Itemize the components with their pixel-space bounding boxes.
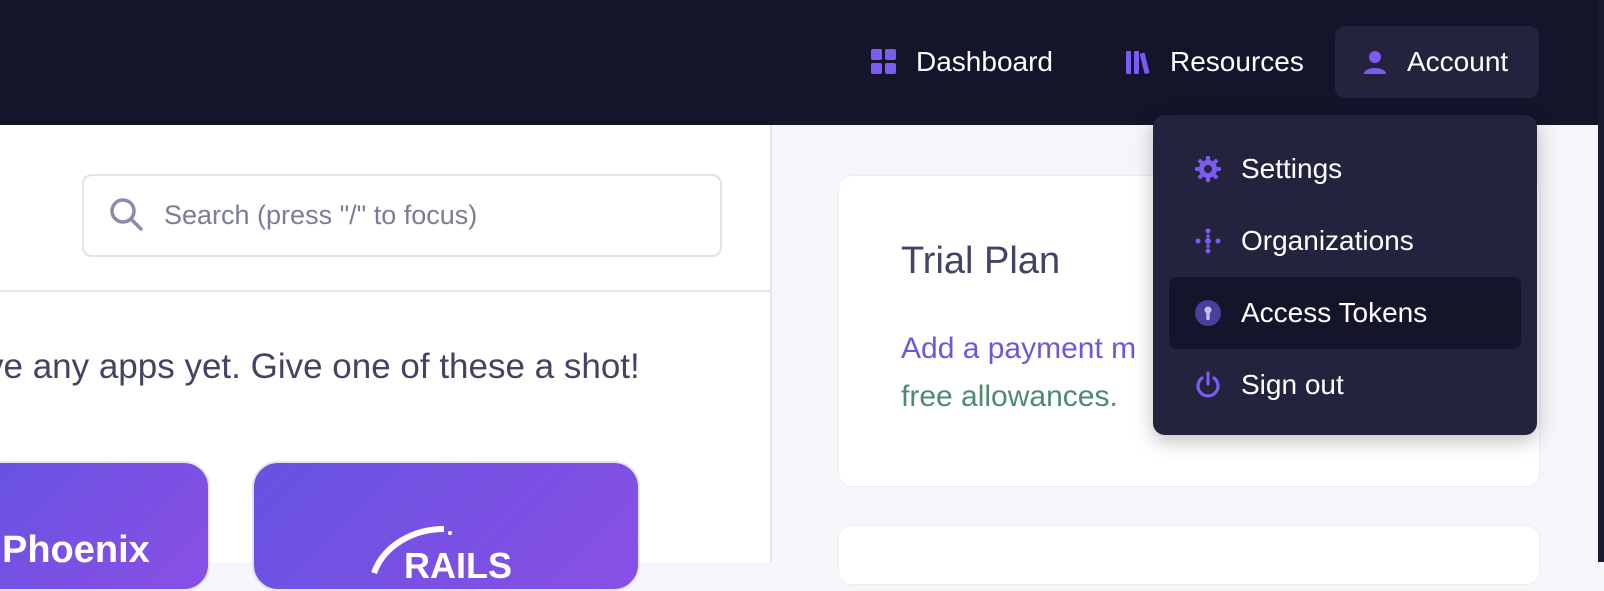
- empty-apps-message: ve any apps yet. Give one of these a sho…: [0, 347, 640, 386]
- section-divider: [0, 290, 770, 292]
- menu-item-organizations[interactable]: Organizations: [1169, 205, 1521, 277]
- tile-label: Phoenix: [2, 529, 150, 571]
- books-icon: [1124, 48, 1152, 76]
- top-navigation-bar: Dashboard Resources Account: [0, 0, 1604, 125]
- menu-item-sign-out[interactable]: Sign out: [1169, 349, 1521, 421]
- organizations-icon: [1193, 226, 1223, 256]
- nav-dashboard-label: Dashboard: [916, 46, 1053, 77]
- secondary-card: [838, 525, 1540, 585]
- scrollbar[interactable]: [1598, 0, 1604, 562]
- dashboard-grid-icon: [870, 48, 898, 76]
- user-icon: [1361, 48, 1389, 76]
- menu-item-label: Sign out: [1241, 369, 1344, 400]
- keyhole-icon: [1193, 298, 1223, 328]
- menu-item-label: Settings: [1241, 153, 1343, 184]
- template-tile-rails[interactable]: RAILS: [252, 461, 640, 591]
- card-title: Trial Plan: [901, 240, 1061, 282]
- power-icon: [1193, 370, 1223, 400]
- search-input[interactable]: [164, 200, 684, 231]
- tile-label: RAILS: [404, 545, 512, 586]
- menu-item-label: Organizations: [1241, 225, 1414, 256]
- apps-pane: ve any apps yet. Give one of these a sho…: [0, 125, 772, 591]
- account-dropdown-menu: Settings Organizations Access Tokens Sig…: [1153, 115, 1537, 435]
- menu-item-settings[interactable]: Settings: [1169, 133, 1521, 205]
- template-tile-phoenix[interactable]: Phoenix: [0, 461, 210, 591]
- gear-icon: [1193, 154, 1223, 184]
- allowance-text: free allowances.: [901, 380, 1118, 413]
- menu-item-access-tokens[interactable]: Access Tokens: [1169, 277, 1521, 349]
- nav-account-button[interactable]: Account: [1335, 26, 1539, 98]
- nav-resources-label: Resources: [1170, 46, 1304, 77]
- nav-account-label: Account: [1407, 46, 1509, 77]
- menu-item-label: Access Tokens: [1241, 297, 1428, 328]
- nav-resources[interactable]: Resources: [1124, 26, 1304, 98]
- nav-dashboard[interactable]: Dashboard: [870, 26, 1053, 98]
- search-icon: [108, 196, 148, 236]
- search-box[interactable]: [82, 174, 722, 257]
- add-payment-link[interactable]: Add a payment m: [901, 332, 1136, 366]
